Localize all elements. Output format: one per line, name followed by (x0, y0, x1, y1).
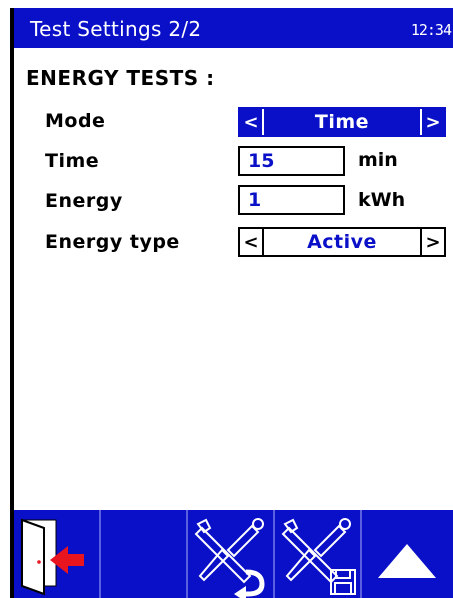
exit-door-icon (21, 518, 84, 596)
energy-type-label: Energy type (45, 231, 180, 253)
mode-selector[interactable]: Time < > (238, 107, 446, 137)
mode-value: Time (314, 111, 370, 133)
energy-type-selector[interactable]: Active < > (238, 227, 446, 257)
energy-type-prev-button[interactable]: < (240, 229, 264, 255)
time-value: 15 (248, 150, 275, 172)
exit-button[interactable] (14, 510, 101, 598)
energy-type-value: Active (307, 231, 377, 253)
time-unit: min (358, 149, 398, 171)
tools-save-button[interactable] (275, 510, 362, 598)
energy-label: Energy (45, 190, 123, 212)
tools-undo-icon (194, 518, 265, 598)
scroll-up-button[interactable] (362, 510, 453, 598)
mode-prev-button[interactable]: < (240, 109, 264, 135)
tools-save-icon (281, 518, 356, 595)
section-title: ENERGY TESTS : (26, 66, 215, 90)
energy-type-next-button[interactable]: > (420, 229, 444, 255)
empty-toolbar-button (101, 510, 188, 598)
tools-undo-button[interactable] (188, 510, 275, 598)
energy-unit: kWh (358, 189, 406, 211)
mode-label: Mode (45, 110, 106, 132)
clock: 12:34 (410, 21, 452, 39)
title-bar: Test Settings 2/2 12:34 (14, 8, 453, 48)
time-label: Time (45, 150, 100, 172)
bottom-toolbar (14, 510, 453, 598)
energy-value: 1 (248, 189, 262, 211)
mode-next-button[interactable]: > (420, 109, 444, 135)
energy-input[interactable]: 1 (238, 185, 345, 215)
window-title: Test Settings 2/2 (30, 17, 202, 41)
time-input[interactable]: 15 (238, 146, 345, 176)
up-arrow-icon (378, 544, 436, 578)
